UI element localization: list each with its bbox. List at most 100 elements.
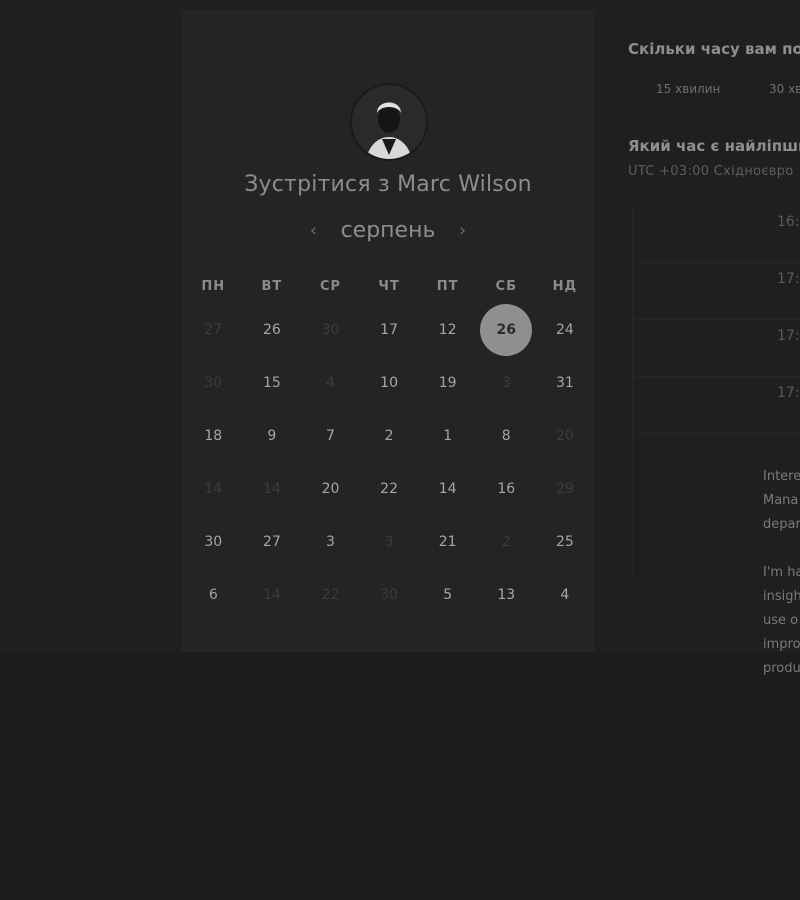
bio-line: I'm ha xyxy=(763,565,800,580)
day-cell[interactable]: 19 xyxy=(418,357,477,410)
day-number: 4 xyxy=(560,587,570,603)
day-number: 30 xyxy=(380,587,398,603)
duration-option-30[interactable]: 30 хв xyxy=(769,82,800,96)
day-number: 3 xyxy=(384,534,394,550)
chevron-left-icon[interactable]: ‹ xyxy=(305,220,321,241)
time-slot-label: 17: xyxy=(777,328,800,344)
weekday-header: СБ xyxy=(495,279,517,294)
day-cell[interactable]: 1 xyxy=(418,410,477,463)
day-number: 6 xyxy=(208,587,218,603)
selected-day-cell[interactable]: 26 xyxy=(477,304,536,357)
time-slot[interactable]: 17: xyxy=(633,320,800,377)
day-cell[interactable]: 9 xyxy=(243,410,302,463)
day-number: 27 xyxy=(262,534,281,550)
day-cell[interactable]: 18 xyxy=(184,410,243,463)
avatar xyxy=(350,83,428,161)
day-cell[interactable]: 17 xyxy=(360,304,419,357)
day-cell[interactable]: 22 xyxy=(360,463,419,516)
day-number: 2 xyxy=(501,534,511,550)
page-title: Зустрітися з Marc Wilson xyxy=(244,172,532,197)
day-cell[interactable]: 4 xyxy=(536,569,595,622)
bio-line: depar xyxy=(763,517,800,532)
day-number: 29 xyxy=(555,481,574,497)
day-cell[interactable]: 24 xyxy=(536,304,595,357)
day-cell[interactable]: 2 xyxy=(360,410,419,463)
weekday-header: ПН xyxy=(201,279,226,294)
day-cell[interactable]: 16 xyxy=(477,463,536,516)
day-cell[interactable]: 25 xyxy=(536,516,595,569)
bio-line: Intere xyxy=(763,469,800,484)
weekday-header: ВТ xyxy=(261,279,283,294)
time-slot-list: 16: 17: 17: 17: xyxy=(632,206,800,434)
day-cell[interactable]: 8 xyxy=(477,410,536,463)
bio-spacer xyxy=(763,537,800,561)
day-cell: 27 xyxy=(184,304,243,357)
bio-line: insigh xyxy=(763,589,800,604)
day-cell[interactable]: 7 xyxy=(301,410,360,463)
day-cell: 30 xyxy=(360,569,419,622)
day-cell[interactable]: 6 xyxy=(184,569,243,622)
timezone-label[interactable]: UTC +03:00 Східноєвро xyxy=(628,164,794,179)
day-cell: 3 xyxy=(477,357,536,410)
day-number: 26 xyxy=(262,322,281,338)
person-avatar-icon xyxy=(352,85,426,159)
day-number: 2 xyxy=(384,428,394,444)
day-cell: 30 xyxy=(184,357,243,410)
day-number: 1 xyxy=(443,428,453,444)
weekday-header: ЧТ xyxy=(378,279,400,294)
day-number: 5 xyxy=(443,587,453,603)
calendar-grid: ПН ВТ СР ЧТ ПТ СБ НД 27 26 30 17 12 26 24 30 15 4 10 19 3 31… xyxy=(184,270,594,622)
day-cell[interactable]: 14 xyxy=(418,463,477,516)
day-number: 19 xyxy=(438,375,457,391)
weekday-header: ПТ xyxy=(436,279,459,294)
time-question: Який час є найліпшим xyxy=(628,137,800,155)
booking-details-panel: Скільки часу вам пот 15 хвилин 30 хв Яки… xyxy=(628,0,800,900)
day-number: 24 xyxy=(555,322,574,338)
time-slot-label: 16: xyxy=(777,214,800,230)
time-slot[interactable]: 17: xyxy=(633,377,800,434)
day-cell[interactable]: 12 xyxy=(418,304,477,357)
day-cell[interactable]: 20 xyxy=(301,463,360,516)
weekday-header: СР xyxy=(319,279,342,294)
day-number: 9 xyxy=(267,428,277,444)
day-number: 14 xyxy=(262,481,281,497)
day-number: 14 xyxy=(204,481,223,497)
day-number: 13 xyxy=(497,587,516,603)
chevron-right-icon[interactable]: › xyxy=(455,220,471,241)
day-number: 4 xyxy=(326,375,335,391)
day-number: 30 xyxy=(204,375,223,391)
day-cell[interactable]: 10 xyxy=(360,357,419,410)
day-cell: 4 xyxy=(301,357,360,410)
day-number: 12 xyxy=(438,322,457,338)
day-cell: 2 xyxy=(477,516,536,569)
day-cell[interactable]: 3 xyxy=(301,516,360,569)
day-cell[interactable]: 15 xyxy=(243,357,302,410)
bio-line: produ xyxy=(763,661,800,676)
day-cell: 14 xyxy=(243,463,302,516)
day-cell[interactable]: 26 xyxy=(243,304,302,357)
bio-line: Mana xyxy=(763,493,799,508)
day-cell[interactable]: 21 xyxy=(418,516,477,569)
day-cell[interactable]: 30 xyxy=(184,516,243,569)
time-slot-label: 17: xyxy=(777,385,800,401)
day-number: 22 xyxy=(321,587,340,603)
day-cell[interactable]: 31 xyxy=(536,357,595,410)
day-number: 16 xyxy=(497,481,516,497)
duration-option-15[interactable]: 15 хвилин xyxy=(656,82,720,96)
day-number: 26 xyxy=(480,304,533,356)
time-slot[interactable]: 16: xyxy=(633,206,800,263)
day-cell[interactable]: 27 xyxy=(243,516,302,569)
day-number: 17 xyxy=(380,322,398,338)
day-number: 10 xyxy=(380,375,398,391)
day-number: 18 xyxy=(204,428,223,444)
day-number: 14 xyxy=(262,587,281,603)
day-cell: 3 xyxy=(360,516,419,569)
duration-question: Скільки часу вам пот xyxy=(628,40,800,58)
day-cell: 20 xyxy=(536,410,595,463)
day-cell[interactable]: 13 xyxy=(477,569,536,622)
time-slot[interactable]: 17: xyxy=(633,263,800,320)
day-number: 7 xyxy=(326,428,335,444)
day-cell[interactable]: 5 xyxy=(418,569,477,622)
day-number: 30 xyxy=(204,534,223,550)
day-cell: 30 xyxy=(301,304,360,357)
